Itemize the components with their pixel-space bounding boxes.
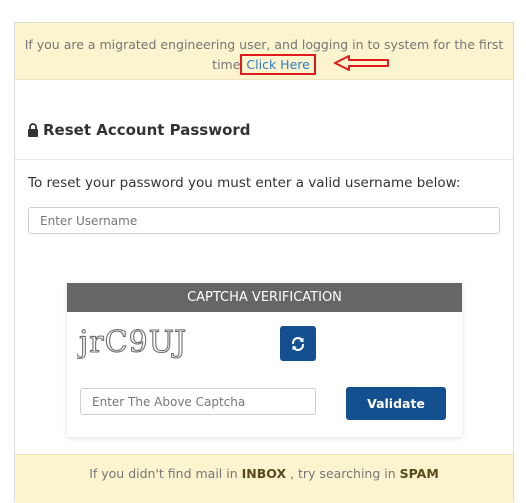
page-title: Reset Account Password xyxy=(43,121,251,139)
captcha-code: jrC9UJ xyxy=(77,325,187,360)
migrated-user-notice: If you are a migrated engineering user, … xyxy=(15,23,513,80)
refresh-captcha-button[interactable] xyxy=(280,326,316,361)
spam-label: SPAM xyxy=(399,466,439,481)
spam-notice-middle: , try searching in xyxy=(290,466,396,481)
refresh-icon xyxy=(291,336,305,351)
left-arrow-icon xyxy=(334,55,389,71)
notice-line2: time Click Here xyxy=(212,54,316,75)
lock-icon xyxy=(28,123,38,137)
inbox-label: INBOX xyxy=(241,466,287,481)
captcha-header: CAPTCHA VERIFICATION xyxy=(67,283,462,312)
spam-notice-prefix: If you didn't find mail in xyxy=(89,466,238,481)
captcha-input[interactable] xyxy=(80,388,316,415)
validate-button[interactable]: Validate xyxy=(346,387,446,420)
section-header: Reset Account Password xyxy=(15,118,513,160)
reset-password-panel: If you are a migrated engineering user, … xyxy=(14,22,514,503)
captcha-image: jrC9UJ xyxy=(77,324,187,360)
instruction-text: To reset your password you must enter a … xyxy=(28,175,461,191)
captcha-card: CAPTCHA VERIFICATION jrC9UJ Validate xyxy=(67,283,462,437)
click-here-link[interactable]: Click Here xyxy=(240,54,316,75)
spam-notice: If you didn't find mail in INBOX , try s… xyxy=(15,454,513,503)
notice-text-line2: time xyxy=(212,57,241,72)
username-input[interactable] xyxy=(28,207,500,234)
notice-text-line1: If you are a migrated engineering user, … xyxy=(24,37,504,52)
